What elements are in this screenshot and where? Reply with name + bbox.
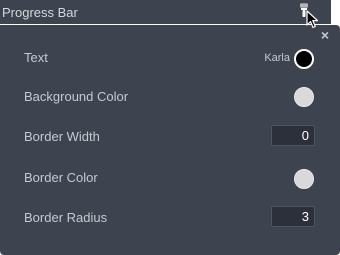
border-color-label: Border Color (24, 170, 98, 185)
settings-panel: × Text Karla Background Color Border Wid… (0, 25, 340, 255)
border-color-swatch[interactable] (294, 169, 314, 189)
border-radius-label: Border Radius (24, 210, 108, 225)
text-color-swatch[interactable] (294, 49, 314, 69)
text-label: Text (24, 50, 48, 65)
mouse-cursor-icon (306, 10, 319, 29)
background-color-swatch[interactable] (294, 87, 314, 107)
widget-title: Progress Bar (2, 5, 78, 20)
border-radius-input[interactable]: 3 (271, 206, 315, 227)
border-width-label: Border Width (24, 129, 100, 144)
close-icon[interactable]: × (319, 28, 331, 42)
border-width-input[interactable]: 0 (271, 125, 315, 146)
background-color-label: Background Color (24, 89, 129, 104)
text-font-name[interactable]: Karla (246, 52, 290, 65)
stage: Progress Bar × Text Karla Background Col… (0, 0, 340, 255)
widget-header[interactable]: Progress Bar (0, 0, 331, 24)
